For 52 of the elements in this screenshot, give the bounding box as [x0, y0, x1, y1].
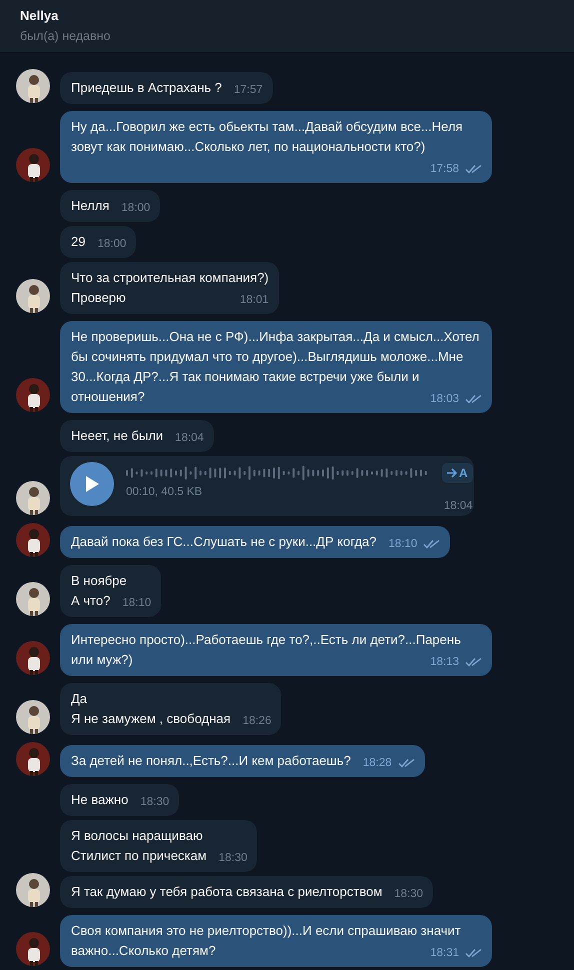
message-time: 18:00 [97, 237, 126, 252]
message-time: 18:10 [122, 596, 152, 611]
message-bubble: Интересно просто)...Работаешь где то?,..Есть ли дети?...Парень или муж?) 18:13 [60, 624, 492, 676]
avatar[interactable] [16, 69, 50, 103]
avatar[interactable] [16, 582, 50, 616]
last-seen-status: был(а) недавно [20, 29, 112, 43]
avatar[interactable] [16, 641, 50, 675]
message-time: 17:58 [430, 162, 459, 177]
voice-duration-size: 00:10, 40.5 KB [126, 486, 202, 500]
message-bubble: Не важно 18:30 [60, 784, 180, 816]
message-time: 18:00 [121, 201, 150, 216]
message-time: 17:57 [234, 83, 263, 98]
avatar[interactable] [16, 700, 50, 734]
avatar[interactable] [16, 873, 50, 907]
message-time: 18:03 [430, 392, 459, 407]
avatar[interactable] [16, 378, 50, 412]
message-bubble: Не проверишь...Она не с РФ)...Инфа закрытая...Да и смысл...Хотел бы сочинять придумал что то другое)...Выглядишь моложе...Мне 30...Когда ДР?...Я так понимаю такие встречи уже были и отношения? 18:03 [60, 321, 492, 413]
message-bubble: Нелля 18:00 [60, 190, 160, 222]
message-time: 18:10 [388, 537, 418, 552]
message-bubble: Я так думаю у тебя работа связана с риелторством 18:30 [60, 876, 434, 908]
contact-name: Nellya [20, 8, 60, 23]
avatar[interactable] [16, 523, 50, 557]
message-time: 18:28 [362, 756, 392, 771]
message-time: 18:04 [175, 431, 204, 446]
transcribe-button[interactable]: A [442, 463, 473, 483]
message-time: 18:13 [430, 655, 459, 670]
message-bubble: Нееет, не были 18:04 [60, 420, 214, 452]
message-bubble: В ноябре А что? 18:10 [60, 565, 162, 617]
avatar[interactable] [16, 932, 50, 966]
avatar[interactable] [16, 481, 50, 515]
avatar[interactable] [16, 148, 50, 182]
message-bubble: 29 18:00 [60, 226, 136, 258]
message-bubble: За детей не понял..,Есть?...И кем работаешь? 18:28 [60, 745, 425, 777]
message-bubble: Своя компания это не риелторство))...И если спрашиваю значит важно...Сколько детям? 18:31 [60, 915, 492, 967]
message-time: 18:26 [242, 714, 272, 729]
message-bubble: Что за строительная компания?) Проверю 18:01 [60, 262, 279, 314]
message-time: 18:30 [394, 887, 424, 902]
avatar[interactable] [16, 742, 50, 776]
message-bubble: Приедешь в Астрахань ? 17:57 [60, 72, 273, 104]
message-time: 18:30 [140, 795, 170, 810]
message-bubble: Ну да...Говорил же есть обьекты там...Давай обсудим все...Неля зовут как понимаю...Сколько лет, по национальности кто?) 17:58 [60, 111, 492, 183]
message-bubble: Я волосы наращиваю Стилист по прическам 18:30 [60, 820, 258, 872]
message-bubble: Да Я не замужем , свободная 18:26 [60, 683, 282, 735]
avatar[interactable] [16, 279, 50, 313]
message-time: 18:30 [218, 851, 248, 866]
arrow-icon [447, 468, 458, 478]
message-time: 18:01 [240, 293, 269, 308]
play-button[interactable] [70, 462, 114, 506]
message-time: 18:04 [444, 500, 473, 512]
message-bubble: Давай пока без ГС...Слушать не с руки...ДР когда? 18:10 [60, 526, 450, 558]
play-icon [84, 475, 100, 493]
message-time: 18:31 [430, 946, 459, 961]
